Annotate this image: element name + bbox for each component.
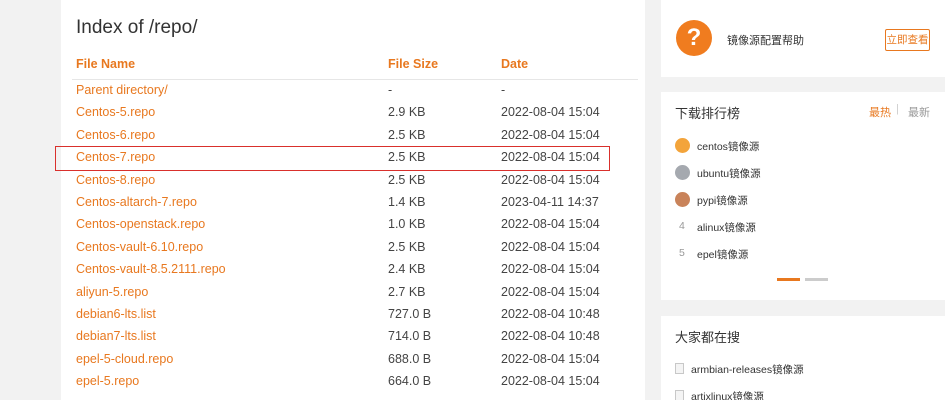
question-icon: ? [676, 20, 712, 56]
table-row: debian6-lts.list 727.0 B 2022-08-04 10:48 [61, 303, 645, 325]
file-name-link[interactable]: epel-5-cloud.repo [76, 352, 173, 366]
view-now-button[interactable]: 立即查看 [885, 29, 930, 51]
file-size: 714.0 B [388, 329, 432, 344]
silver-medal-icon [675, 165, 690, 180]
file-date: 2022-08-04 15:04 [501, 105, 600, 120]
carousel-dot-active[interactable] [777, 278, 800, 281]
table-row: Centos-vault-6.10.repo 2.5 KB 2022-08-04 1… [61, 236, 645, 258]
file-size: 2.5 KB [388, 127, 426, 142]
ranking-item[interactable]: 4 alinux镜像源 [675, 216, 935, 243]
file-date: 2022-08-04 15:04 [501, 374, 600, 389]
popular-search-label: artixlinux镜像源 [691, 391, 764, 400]
file-size: 664.0 B [388, 374, 432, 389]
file-size: 1.0 KB [388, 217, 426, 232]
table-row: Centos-7.repo 2.5 KB 2022-08-04 15:04 [61, 146, 645, 168]
page-title: Index of /repo/ [76, 17, 198, 38]
popular-search-item[interactable]: armbian-releases镜像源 [675, 358, 935, 385]
popular-search-card: 大家都在搜 armbian-releases镜像源 artixlinux镜像源 [661, 316, 945, 400]
file-date: 2022-08-04 15:04 [501, 172, 600, 187]
file-date: 2023-04-11 14:37 [501, 194, 599, 209]
ranking-item-label: alinux镜像源 [697, 222, 756, 234]
ranking-item-label: pypi镜像源 [697, 195, 748, 207]
file-name-link[interactable]: Centos-vault-8.5.2111.repo [76, 262, 226, 276]
ranking-item[interactable]: pypi镜像源 [675, 189, 935, 216]
file-date: 2022-08-04 15:04 [501, 217, 600, 232]
file-name-link[interactable]: Centos-altarch-7.repo [76, 195, 197, 209]
file-name-link[interactable]: epel-5.repo [76, 374, 139, 388]
popular-search-label: armbian-releases镜像源 [691, 364, 804, 376]
document-icon [675, 390, 684, 400]
table-row: Centos-openstack.repo 1.0 KB 2022-08-04 15… [61, 213, 645, 235]
file-name-link[interactable]: Centos-6.repo [76, 128, 155, 142]
document-icon [675, 363, 684, 374]
file-name-link[interactable]: Parent directory/ [76, 83, 168, 97]
file-date: 2022-08-04 10:48 [501, 306, 600, 321]
rank-number: 4 [679, 220, 685, 232]
file-date: 2022-08-04 15:04 [501, 284, 600, 299]
ranking-item-label: epel镜像源 [697, 249, 749, 261]
tab-hottest[interactable]: 最热 [869, 104, 891, 120]
carousel-dot[interactable] [805, 278, 828, 281]
table-row: epel-5-cloud.repo 688.0 B 2022-08-04 15:04 [61, 348, 645, 370]
ranking-title: 下载排行榜 [675, 106, 741, 121]
ranking-item[interactable]: ubuntu镜像源 [675, 162, 935, 189]
file-size: 1.4 KB [388, 194, 426, 209]
table-row: Centos-vault-8.5.2111.repo 2.4 KB 2022-08-… [61, 258, 645, 280]
ranking-item[interactable]: centos镜像源 [675, 135, 935, 162]
ranking-item-label: centos镜像源 [697, 141, 760, 153]
column-header-file-name: File Name [76, 57, 136, 71]
file-table-body: Parent directory/ - - Centos-5.repo 2.9 KB 20… [61, 79, 645, 392]
file-date: 2022-08-04 15:04 [501, 150, 600, 165]
column-header-date: Date [501, 57, 529, 71]
tab-newest[interactable]: 最新 [908, 104, 930, 120]
ranking-item-label: ubuntu镜像源 [697, 168, 761, 180]
gold-medal-icon [675, 138, 690, 153]
help-card: ? 镜像源配置帮助 立即查看 [661, 0, 945, 77]
file-date: 2022-08-04 10:48 [501, 329, 600, 344]
table-row: Centos-6.repo 2.5 KB 2022-08-04 15:04 [61, 124, 645, 146]
file-size: 688.0 B [388, 351, 432, 366]
table-row: aliyun-5.repo 2.7 KB 2022-08-04 15:04 [61, 281, 645, 303]
file-date: 2022-08-04 15:04 [501, 239, 600, 254]
file-size: 2.5 KB [388, 239, 426, 254]
file-name-link[interactable]: Centos-openstack.repo [76, 217, 205, 231]
file-name-link[interactable]: Centos-5.repo [76, 105, 155, 119]
file-name-link[interactable]: Centos-8.repo [76, 173, 155, 187]
file-name-link[interactable]: Centos-vault-6.10.repo [76, 240, 203, 254]
table-row: Centos-8.repo 2.5 KB 2022-08-04 15:04 [61, 169, 645, 191]
file-name-link[interactable]: aliyun-5.repo [76, 285, 148, 299]
file-size: 2.5 KB [388, 172, 426, 187]
table-row: Centos-5.repo 2.9 KB 2022-08-04 15:04 [61, 101, 645, 123]
table-row: Centos-altarch-7.repo 1.4 KB 2023-04-11 14… [61, 191, 645, 213]
table-row: Parent directory/ - - [61, 79, 645, 101]
download-ranking-card: 下载排行榜 最热 | 最新 centos镜像源 ubuntu镜像源 pypi镜像源 4… [661, 92, 945, 300]
column-header-file-size: File Size [388, 57, 439, 71]
file-size: 2.7 KB [388, 284, 426, 299]
directory-listing-card: Index of /repo/ File Name File Size Date… [61, 0, 645, 400]
file-size: 2.5 KB [388, 150, 426, 165]
ranking-item[interactable]: 5 epel镜像源 [675, 243, 935, 270]
file-size: 727.0 B [388, 306, 432, 321]
tab-separator: | [896, 103, 899, 115]
file-size: 2.9 KB [388, 105, 426, 120]
help-label: 镜像源配置帮助 [727, 35, 804, 47]
file-date: 2022-08-04 15:04 [501, 351, 600, 366]
file-name-link[interactable]: Centos-7.repo [76, 150, 155, 164]
file-date: - [501, 83, 506, 97]
file-size: 2.4 KB [388, 262, 426, 277]
table-row: epel-5.repo 664.0 B 2022-08-04 15:04 [61, 370, 645, 392]
file-size: - [388, 83, 393, 97]
table-row: debian7-lts.list 714.0 B 2022-08-04 10:48 [61, 325, 645, 347]
popular-search-item[interactable]: artixlinux镜像源 [675, 385, 935, 400]
file-name-link[interactable]: debian7-lts.list [76, 329, 156, 343]
ranking-list: centos镜像源 ubuntu镜像源 pypi镜像源 4 alinux镜像源 5 epel… [675, 135, 935, 270]
popular-search-title: 大家都在搜 [675, 330, 741, 345]
file-name-link[interactable]: debian6-lts.list [76, 307, 156, 321]
rank-number: 5 [679, 247, 685, 259]
file-date: 2022-08-04 15:04 [501, 127, 600, 142]
bronze-medal-icon [675, 192, 690, 207]
popular-search-list: armbian-releases镜像源 artixlinux镜像源 [675, 358, 935, 400]
file-date: 2022-08-04 15:04 [501, 262, 600, 277]
